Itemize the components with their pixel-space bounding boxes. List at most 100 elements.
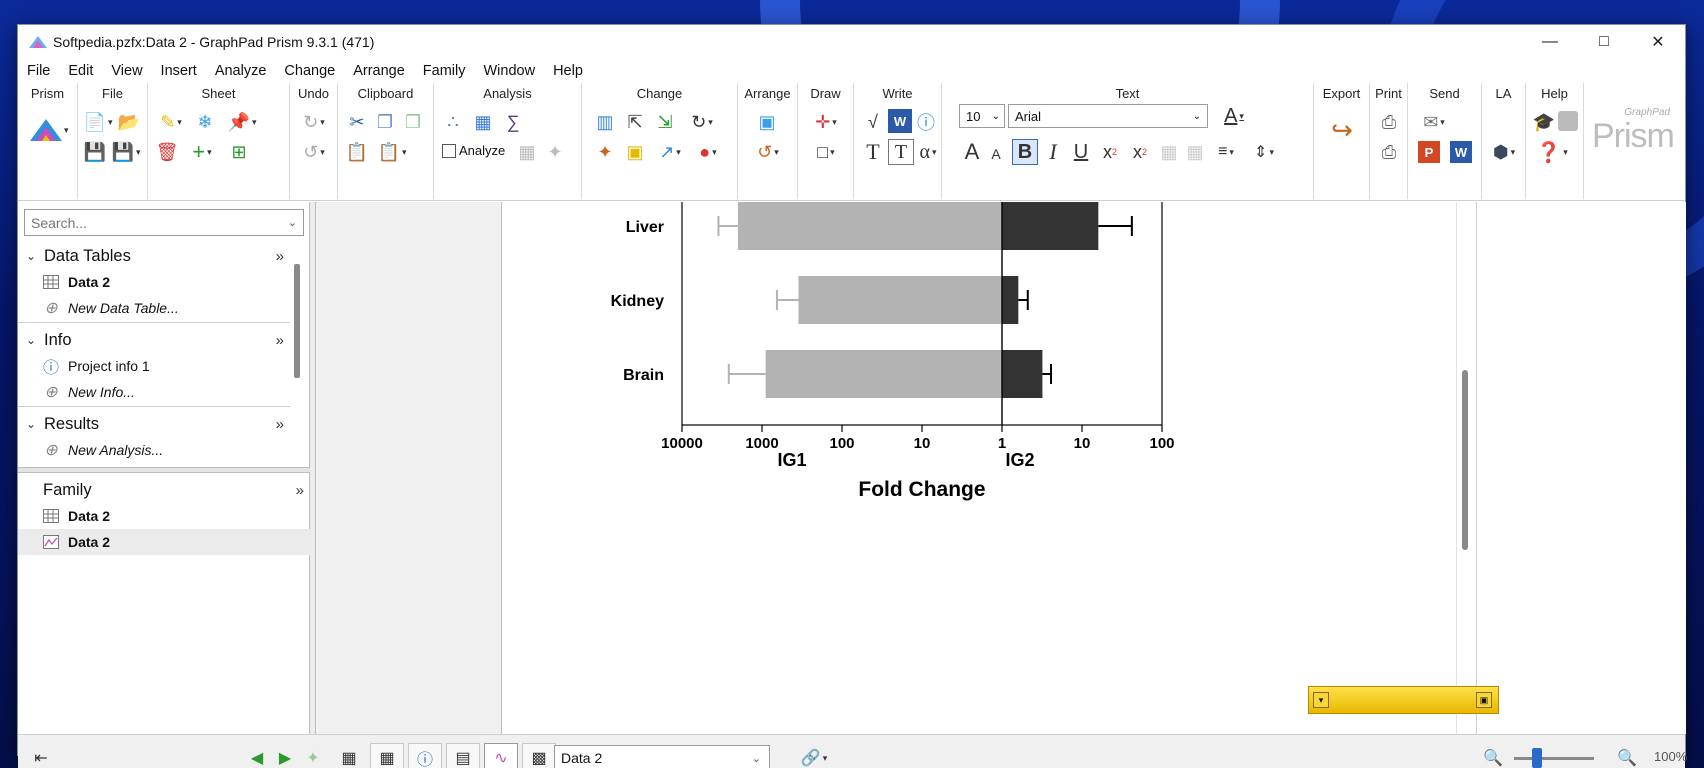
graph-sheet-icon[interactable]: ∿ <box>484 743 518 768</box>
search-box[interactable]: ⌄ <box>24 209 304 236</box>
new-file-icon[interactable]: 📄 <box>82 109 114 135</box>
format-graph-icon[interactable]: ▣ <box>622 139 648 165</box>
undo-icon[interactable]: ↺ <box>296 139 332 165</box>
vertical-scrollbar[interactable] <box>1456 202 1476 734</box>
data-sheet-icon[interactable]: ▦ <box>370 743 404 768</box>
word-object-icon[interactable]: W <box>888 109 912 133</box>
zoom-out-icon[interactable]: 🔍 <box>1476 743 1510 768</box>
help-panel-icon[interactable] <box>1558 111 1578 131</box>
link-icon[interactable]: 🔗 <box>794 743 834 768</box>
paste-icon[interactable]: 📋 <box>344 139 370 165</box>
save-as-icon[interactable]: 💾 <box>108 139 144 165</box>
column-stats-icon[interactable]: ▦ <box>470 109 496 135</box>
word-icon[interactable]: W <box>1450 141 1472 163</box>
table-icon[interactable]: ▦ <box>514 139 540 165</box>
bold-icon[interactable]: B <box>1012 139 1038 165</box>
list-item-info[interactable]: ⓘ Project info 1 <box>40 353 290 379</box>
superscript-icon[interactable]: x2 <box>1096 139 1124 165</box>
menu-analyze[interactable]: Analyze <box>206 63 276 79</box>
draw-line-icon[interactable]: ✛ <box>806 109 846 135</box>
menu-change[interactable]: Change <box>275 63 344 79</box>
chevron-down-icon[interactable]: ⌄ <box>18 417 44 431</box>
zoom-slider-thumb[interactable] <box>1532 748 1542 768</box>
text-box-icon[interactable]: T <box>888 139 914 165</box>
redo-icon[interactable]: ↻ <box>296 109 332 135</box>
cut-icon[interactable]: ✂ <box>344 109 370 135</box>
menu-arrange[interactable]: Arrange <box>344 63 414 79</box>
color-scheme-icon[interactable]: ● <box>690 139 726 165</box>
underline-icon[interactable]: U <box>1068 139 1094 165</box>
print-icon[interactable]: ⎙ <box>1376 109 1402 135</box>
family-item-data-table[interactable]: Data 2 <box>40 503 290 529</box>
chart-text2-icon[interactable]: ▦ <box>1182 139 1208 165</box>
family-item-graph[interactable]: Data 2 <box>40 529 290 555</box>
more-icon[interactable]: » <box>276 332 284 349</box>
analyze-button[interactable]: Analyze <box>442 143 505 158</box>
more-icon[interactable]: » <box>276 248 284 265</box>
results-sheet-icon[interactable]: ▤ <box>446 743 480 768</box>
zoom-in-icon[interactable]: 🔍 <box>1610 743 1644 768</box>
floating-notes-bar[interactable]: ▾ ▣ <box>1308 686 1499 714</box>
more-icon[interactable]: » <box>276 416 284 433</box>
italic-icon[interactable]: I <box>1040 139 1066 165</box>
pane-splitter[interactable] <box>18 467 310 473</box>
copy-icon[interactable]: ❐ <box>372 109 398 135</box>
table-view-icon[interactable]: ▦ <box>332 743 366 768</box>
data-on-graph-icon[interactable]: ⇲ <box>652 109 678 135</box>
font-size-select[interactable]: 10 ⌄ <box>959 104 1005 128</box>
open-file-icon[interactable]: 📂 <box>116 109 142 135</box>
chevron-down-icon[interactable]: ⌄ <box>288 216 297 229</box>
menu-edit[interactable]: Edit <box>59 63 102 79</box>
add-column-icon[interactable]: ⊞ <box>226 139 252 165</box>
export-icon[interactable]: ↪ <box>1322 109 1362 151</box>
magic-icon[interactable]: ✦ <box>592 139 618 165</box>
chevron-down-icon[interactable]: ⌄ <box>18 249 44 263</box>
linear-regression-icon[interactable]: ∴ <box>440 109 466 135</box>
zoom-slider[interactable] <box>1514 748 1594 768</box>
la-cube-icon[interactable]: ⬢ <box>1486 139 1522 165</box>
wand-icon[interactable]: ✦ <box>542 139 568 165</box>
refresh-icon[interactable]: ↻ <box>682 109 722 135</box>
scrollbar-thumb[interactable] <box>1462 370 1468 550</box>
font-name-select[interactable]: Arial ⌄ <box>1008 104 1208 128</box>
sheet-selector[interactable]: Data 2 ⌄ <box>554 745 770 768</box>
align-icon[interactable]: ▣ <box>754 109 780 135</box>
info-sheet-icon[interactable]: ⓘ <box>408 743 442 768</box>
minimize-button[interactable]: — <box>1523 25 1577 59</box>
new-info-link[interactable]: ⊕ New Info... <box>40 379 290 405</box>
more-icon[interactable]: » <box>296 482 304 499</box>
magic-sheet-icon[interactable]: ✦ <box>296 743 330 768</box>
delete-sheet-icon[interactable]: 🗑 <box>154 139 180 165</box>
expand-right-icon[interactable]: ▣ <box>1476 692 1492 708</box>
line-spacing-icon[interactable]: ⇕ <box>1246 139 1282 165</box>
increase-font-icon[interactable]: A <box>960 139 984 165</box>
learn-icon[interactable]: 🎓 <box>1532 109 1556 135</box>
email-icon[interactable]: ✉ <box>1416 109 1452 135</box>
save-icon[interactable]: 💾 <box>82 139 108 165</box>
chart-text-icon[interactable]: ▦ <box>1156 139 1182 165</box>
decrease-font-icon[interactable]: A <box>986 143 1006 165</box>
menu-help[interactable]: Help <box>544 63 592 79</box>
help-icon[interactable]: ❓ <box>1532 139 1572 165</box>
menu-view[interactable]: View <box>102 63 151 79</box>
maximize-button[interactable]: □ <box>1577 25 1631 59</box>
text-icon[interactable]: T <box>860 139 886 165</box>
navigator-scrollbar[interactable] <box>294 264 300 378</box>
section-results[interactable]: ⌄ Results » <box>18 411 290 437</box>
align-text-icon[interactable]: ≡ <box>1208 139 1244 165</box>
equation-icon[interactable]: √ <box>860 109 886 135</box>
new-analysis-link[interactable]: ⊕ New Analysis... <box>40 437 290 463</box>
chevron-down-icon[interactable]: ⌄ <box>18 333 44 347</box>
change-graph-type-icon[interactable]: ▥ <box>592 109 618 135</box>
menu-insert[interactable]: Insert <box>152 63 206 79</box>
prism-menu-icon[interactable]: ▾ <box>28 117 70 143</box>
search-input[interactable] <box>25 214 275 231</box>
highlight-icon[interactable]: ✎ <box>154 109 188 135</box>
font-color-icon[interactable]: A <box>1214 103 1254 129</box>
menu-file[interactable]: File <box>18 63 59 79</box>
print-preview-icon[interactable]: ⎙ <box>1376 139 1402 165</box>
axes-icon[interactable]: ⇱ <box>622 109 648 135</box>
table-sum-icon[interactable]: ∑ <box>500 109 526 135</box>
expand-left-icon[interactable]: ▾ <box>1313 692 1329 708</box>
new-data-table-link[interactable]: ⊕ New Data Table... <box>40 295 290 321</box>
